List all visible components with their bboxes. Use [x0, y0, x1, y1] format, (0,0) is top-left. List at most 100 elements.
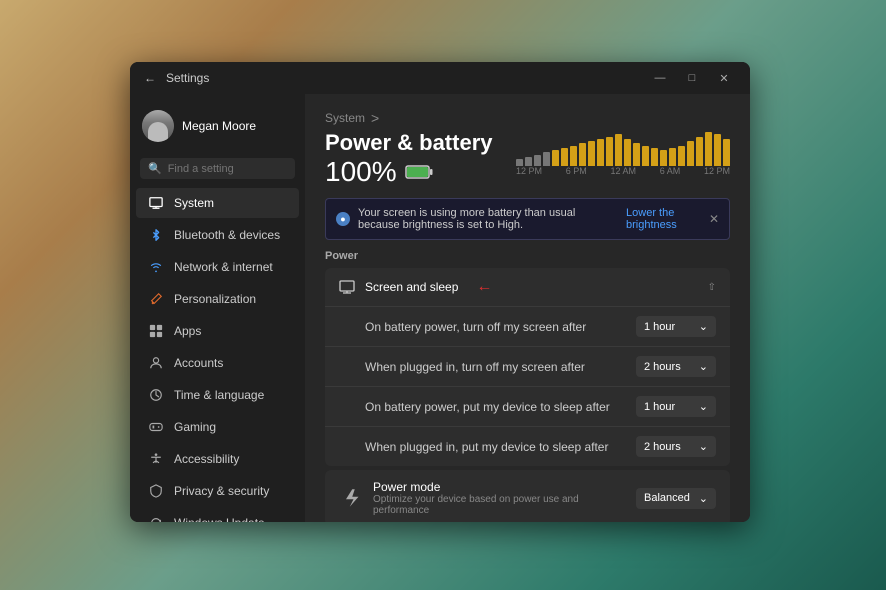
- dropdown-chevron-3: ⌄: [699, 400, 708, 413]
- chart-bar: [579, 143, 586, 166]
- chart-bar: [615, 134, 622, 166]
- sidebar-item-gaming[interactable]: Gaming: [136, 412, 299, 442]
- notification-text: Your screen is using more battery than u…: [358, 207, 618, 231]
- sidebar-item-personalization[interactable]: Personalization: [136, 284, 299, 314]
- monitor-icon: [148, 195, 164, 211]
- chart-label-2: 6 PM: [566, 166, 587, 176]
- titlebar-controls: — □ ✕: [646, 68, 738, 88]
- battery-icon: [405, 165, 433, 179]
- chart-bar: [723, 139, 730, 166]
- power-mode-dropdown[interactable]: Balanced ⌄: [636, 488, 716, 509]
- chart-label-3: 12 AM: [610, 166, 636, 176]
- row-dropdown-3[interactable]: 1 hour ⌄: [636, 396, 716, 417]
- sidebar-label-time: Time & language: [174, 388, 264, 402]
- notification-close-button[interactable]: ✕: [709, 212, 719, 226]
- breadcrumb: System >: [325, 110, 730, 126]
- titlebar: ← Settings — □ ✕: [130, 62, 750, 94]
- search-box[interactable]: 🔍: [140, 158, 295, 179]
- row-label-2: When plugged in, turn off my screen afte…: [365, 360, 628, 374]
- sidebar-label-accounts: Accounts: [174, 356, 223, 370]
- minimize-button[interactable]: —: [646, 68, 674, 88]
- screen-sleep-row-1: On battery power, turn off my screen aft…: [325, 306, 730, 346]
- chart-bar: [651, 148, 658, 166]
- row-label-1: On battery power, turn off my screen aft…: [365, 320, 628, 334]
- power-mode-value: Balanced: [644, 492, 690, 504]
- chart-bar: [687, 141, 694, 166]
- sidebar-label-gaming: Gaming: [174, 420, 216, 434]
- power-section-label: Power: [325, 250, 730, 262]
- sidebar-label-apps: Apps: [174, 324, 201, 338]
- breadcrumb-parent: System: [325, 111, 365, 125]
- sidebar-item-network[interactable]: Network & internet: [136, 252, 299, 282]
- dropdown-chevron-2: ⌄: [699, 360, 708, 373]
- sidebar-item-accounts[interactable]: Accounts: [136, 348, 299, 378]
- row-dropdown-4[interactable]: 2 hours ⌄: [636, 436, 716, 457]
- sidebar-item-privacy[interactable]: Privacy & security: [136, 476, 299, 506]
- user-profile[interactable]: Megan Moore: [130, 102, 305, 154]
- settings-window: ← Settings — □ ✕ Megan Moore 🔍: [130, 62, 750, 522]
- power-mode-card: Power mode Optimize your device based on…: [325, 470, 730, 522]
- sidebar-item-time[interactable]: Time & language: [136, 380, 299, 410]
- chart-bar: [624, 139, 631, 166]
- titlebar-left: ← Settings: [142, 70, 209, 86]
- network-icon: [148, 259, 164, 275]
- screen-sleep-header[interactable]: Screen and sleep ← ⇧: [325, 268, 730, 306]
- row-value-4: 2 hours: [644, 441, 681, 453]
- power-mode-info: Power mode Optimize your device based on…: [373, 480, 626, 516]
- search-input[interactable]: [168, 163, 287, 175]
- back-button[interactable]: ←: [142, 70, 158, 86]
- sidebar-item-update[interactable]: Windows Update: [136, 508, 299, 522]
- dropdown-chevron-1: ⌄: [699, 320, 708, 333]
- maximize-button[interactable]: □: [678, 68, 706, 88]
- notification-bar: ● Your screen is using more battery than…: [325, 198, 730, 240]
- battery-row: 100%: [325, 156, 500, 188]
- bluetooth-icon: [148, 227, 164, 243]
- notification-icon: ●: [336, 212, 350, 226]
- chart-label-1: 12 PM: [516, 166, 542, 176]
- chart-bar: [516, 159, 523, 166]
- search-icon: 🔍: [148, 162, 162, 175]
- sidebar-item-accessibility[interactable]: Accessibility: [136, 444, 299, 474]
- battery-chart: [516, 130, 730, 166]
- row-dropdown-1[interactable]: 1 hour ⌄: [636, 316, 716, 337]
- close-button[interactable]: ✕: [710, 68, 738, 88]
- chart-bar: [669, 148, 676, 166]
- chart-bar: [525, 157, 532, 166]
- chart-bar: [606, 137, 613, 166]
- chart-label-4: 6 AM: [660, 166, 681, 176]
- sidebar-label-privacy: Privacy & security: [174, 484, 269, 498]
- chart-label-5: 12 PM: [704, 166, 730, 176]
- chart-bar: [705, 132, 712, 166]
- sidebar-item-bluetooth[interactable]: Bluetooth & devices: [136, 220, 299, 250]
- window-title: Settings: [166, 71, 209, 85]
- sidebar-item-apps[interactable]: Apps: [136, 316, 299, 346]
- row-value-2: 2 hours: [644, 361, 681, 373]
- sidebar-item-system[interactable]: System: [136, 188, 299, 218]
- chart-bar: [570, 146, 577, 166]
- chart-bar: [552, 150, 559, 166]
- brush-icon: [148, 291, 164, 307]
- row-value-3: 1 hour: [644, 401, 675, 413]
- sidebar-label-update: Windows Update: [174, 516, 265, 522]
- sidebar-label-system: System: [174, 196, 214, 210]
- row-dropdown-2[interactable]: 2 hours ⌄: [636, 356, 716, 377]
- power-mode-desc: Optimize your device based on power use …: [373, 494, 626, 516]
- sidebar-label-network: Network & internet: [174, 260, 273, 274]
- screen-sleep-row-2: When plugged in, turn off my screen afte…: [325, 346, 730, 386]
- chart-bar: [660, 150, 667, 166]
- lower-brightness-button[interactable]: Lower the brightness: [626, 207, 695, 231]
- user-name: Megan Moore: [182, 119, 256, 133]
- chart-bar: [678, 146, 685, 166]
- chart-bar: [588, 141, 595, 166]
- row-label-3: On battery power, put my device to sleep…: [365, 400, 628, 414]
- battery-chart-wrapper: 12 PM 6 PM 12 AM 6 AM 12 PM: [516, 130, 730, 188]
- row-label-4: When plugged in, put my device to sleep …: [365, 440, 628, 454]
- screen-sleep-icon: [339, 279, 355, 295]
- sidebar-label-personalization: Personalization: [174, 292, 256, 306]
- dropdown-chevron-4: ⌄: [699, 440, 708, 453]
- chart-bar: [561, 148, 568, 166]
- screen-sleep-card: Screen and sleep ← ⇧ On battery power, t…: [325, 268, 730, 466]
- screen-sleep-row-4: When plugged in, put my device to sleep …: [325, 426, 730, 466]
- sidebar-label-bluetooth: Bluetooth & devices: [174, 228, 280, 242]
- screen-sleep-row-3: On battery power, put my device to sleep…: [325, 386, 730, 426]
